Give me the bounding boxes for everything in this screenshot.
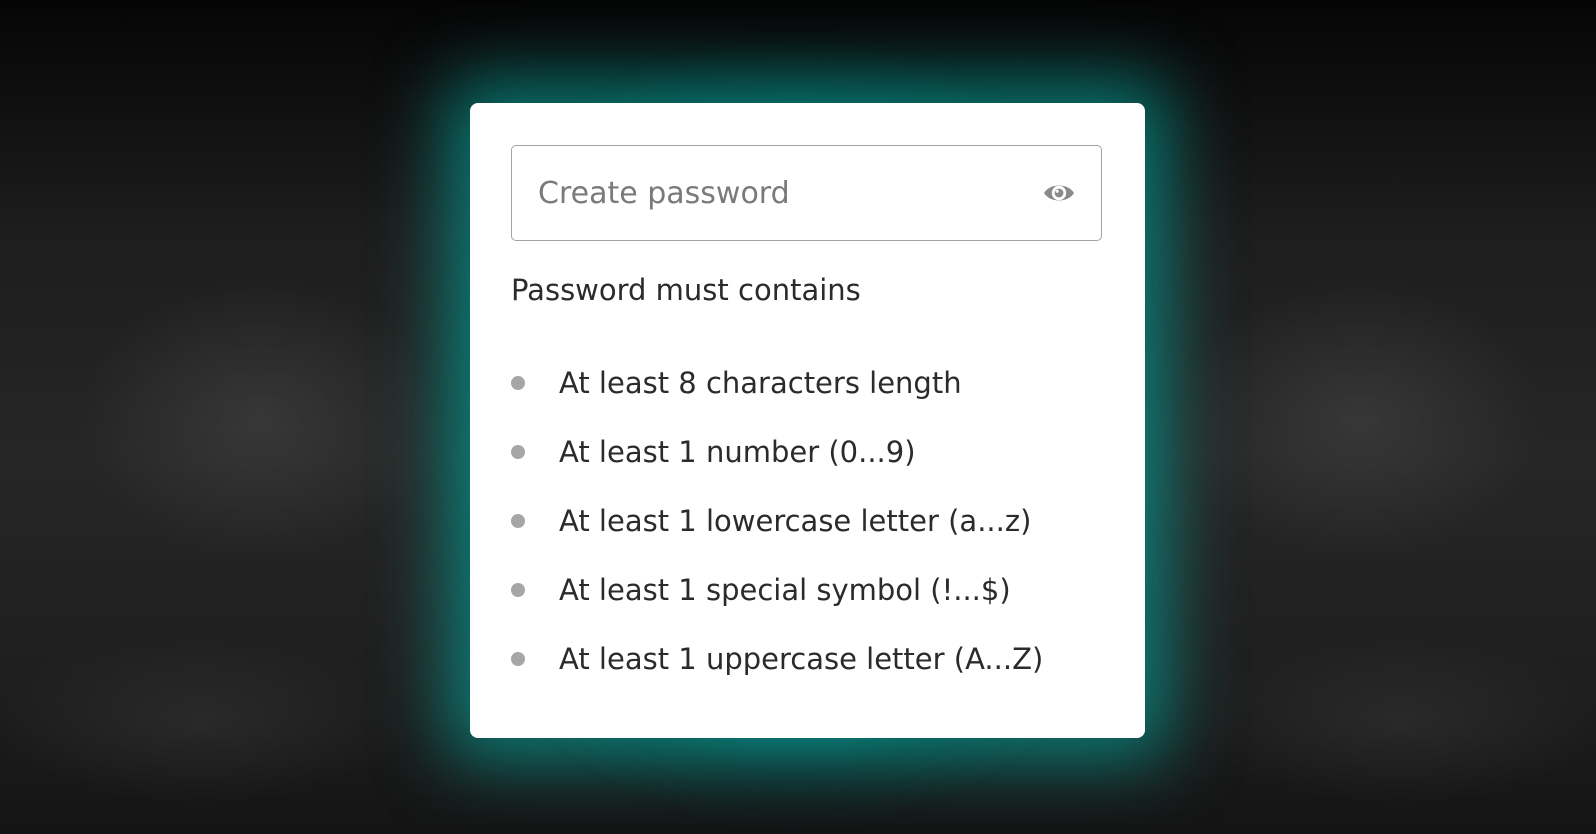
requirement-label: At least 1 uppercase letter (A...Z) <box>559 641 1044 676</box>
requirement-item-symbol: At least 1 special symbol (!...$) <box>511 555 1043 624</box>
requirements-title: Password must contains <box>511 273 861 307</box>
bullet-dot-icon <box>511 651 525 666</box>
eye-icon[interactable] <box>1041 175 1077 211</box>
password-card: Password must contains At least 8 charac… <box>470 103 1145 738</box>
bullet-dot-icon <box>511 582 525 597</box>
bullet-dot-icon <box>511 513 525 528</box>
requirement-item-lowercase: At least 1 lowercase letter (a...z) <box>511 486 1043 555</box>
password-input[interactable] <box>538 175 1041 211</box>
password-field[interactable] <box>511 145 1102 241</box>
requirements-list: At least 8 characters length At least 1 … <box>511 348 1043 693</box>
bullet-dot-icon <box>511 375 525 390</box>
requirement-label: At least 1 lowercase letter (a...z) <box>559 503 1032 538</box>
requirement-label: At least 8 characters length <box>559 365 962 400</box>
requirement-item-uppercase: At least 1 uppercase letter (A...Z) <box>511 624 1043 693</box>
requirement-label: At least 1 number (0...9) <box>559 434 916 469</box>
requirement-label: At least 1 special symbol (!...$) <box>559 572 1011 607</box>
requirement-item-number: At least 1 number (0...9) <box>511 417 1043 486</box>
requirement-item-length: At least 8 characters length <box>511 348 1043 417</box>
bullet-dot-icon <box>511 444 525 459</box>
